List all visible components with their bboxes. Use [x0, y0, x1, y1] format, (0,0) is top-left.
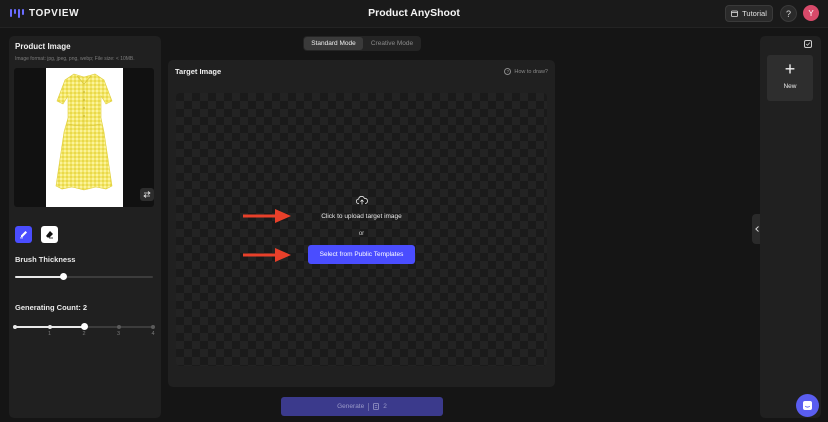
new-project-button[interactable]: + New	[767, 55, 813, 101]
history-panel: + New	[760, 36, 821, 418]
generate-label: Generate	[337, 403, 365, 410]
logo-icon	[10, 9, 24, 18]
count-step-dot[interactable]	[47, 325, 52, 329]
swap-image-button[interactable]	[140, 188, 154, 201]
brush-thickness-fill	[15, 276, 64, 278]
target-image-title: Target Image	[175, 67, 222, 76]
arrow-templates-icon	[243, 248, 291, 262]
chevron-left-icon	[754, 226, 759, 232]
product-photo	[46, 68, 123, 207]
brand-logo[interactable]: TOPVIEW	[10, 8, 79, 19]
or-divider-text: or	[358, 231, 365, 237]
credit-icon	[373, 403, 380, 410]
generate-button[interactable]: Generate 2	[281, 397, 443, 416]
arrow-upload-icon	[243, 209, 291, 223]
help-button[interactable]: ?	[780, 5, 797, 22]
eraser-tool-button[interactable]	[41, 226, 58, 243]
brush-thickness-slider[interactable]	[15, 273, 153, 280]
brush-tool-button[interactable]	[15, 226, 32, 243]
calendar-icon	[731, 10, 739, 17]
generating-count-label: Generating Count: 2	[15, 303, 88, 312]
target-image-panel: Target Image ? How to draw? Click to upl…	[168, 60, 555, 387]
avatar[interactable]: Y	[803, 5, 819, 21]
how-to-draw-label: How to draw?	[514, 68, 548, 75]
brand-name: TOPVIEW	[29, 8, 80, 19]
product-image-panel: Product Image Image format: jpg, jpeg, p…	[9, 36, 161, 418]
count-step-label: 4	[151, 331, 155, 337]
generating-count-slider[interactable]: 1 2 3 4	[13, 323, 155, 337]
plus-icon: +	[784, 59, 796, 79]
count-step-label: 1	[47, 331, 52, 337]
mode-toggle: Standard Mode Creative Mode	[303, 36, 421, 51]
new-label: New	[783, 83, 797, 90]
tutorial-label: Tutorial	[742, 9, 767, 18]
product-image-title: Product Image	[15, 42, 71, 51]
how-to-draw-link[interactable]: ? How to draw?	[504, 68, 548, 75]
brush-thickness-thumb[interactable]	[59, 273, 67, 280]
generate-separator	[368, 402, 370, 411]
count-step-label: 3	[116, 331, 121, 337]
eraser-icon	[46, 231, 53, 239]
select-checkbox-icon[interactable]	[804, 40, 812, 48]
creative-mode-tab[interactable]: Creative Mode	[364, 37, 420, 50]
select-public-templates-button[interactable]: Select from Public Templates	[308, 245, 415, 264]
count-step-dot[interactable]	[116, 325, 121, 329]
brush-thickness-label: Brush Thickness	[15, 255, 76, 264]
cloud-upload-icon	[356, 196, 368, 205]
count-step-label: 2	[82, 331, 86, 337]
standard-mode-tab[interactable]: Standard Mode	[304, 37, 363, 50]
page-title: Product AnyShoot	[368, 7, 460, 19]
top-bar: TOPVIEW Product AnyShoot Tutorial ? Y	[0, 0, 828, 28]
tutorial-button[interactable]: Tutorial	[725, 5, 773, 22]
target-upload-area[interactable]: Click to upload target image or Select f…	[176, 93, 547, 366]
chat-support-button[interactable]	[796, 394, 819, 417]
generate-credits: 2	[383, 403, 387, 410]
chat-icon	[803, 401, 812, 410]
question-icon: ?	[504, 68, 512, 75]
check-icon	[805, 42, 811, 46]
product-image-hint: Image format: jpg, jpeg, png, webp; File…	[15, 56, 135, 62]
count-step-dot[interactable]	[151, 325, 155, 329]
generating-count-thumb[interactable]	[80, 323, 88, 330]
brush-icon	[20, 231, 27, 239]
upload-prompt[interactable]: Click to upload target image	[176, 213, 547, 220]
count-step-dot-start[interactable]	[13, 325, 17, 329]
swap-icon	[143, 191, 151, 198]
yellow-dress-image	[55, 73, 113, 191]
product-image-preview[interactable]	[14, 68, 154, 207]
